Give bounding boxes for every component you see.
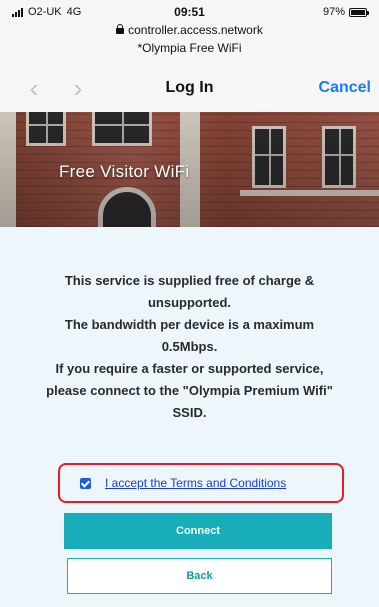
back-arrow-icon[interactable]: ‹ [24, 75, 44, 101]
connect-button[interactable]: Connect [64, 513, 332, 549]
notice-line: This service is supplied free of charge … [64, 273, 315, 288]
battery-percent: 97% [322, 6, 345, 18]
url-bar: controller.access.network [0, 23, 379, 37]
navigation-bar: ‹ › Log In Cancel [0, 68, 379, 108]
banner-shade [0, 112, 379, 227]
browser-chrome: O2-UK 4G 09:51 97% controller.access.net… [0, 0, 379, 113]
status-right: 97% [322, 6, 369, 18]
forward-arrow-icon[interactable]: › [68, 75, 88, 101]
notice-line: unsupported. [147, 295, 232, 310]
main-content: This service is supplied free of charge … [0, 227, 379, 607]
back-button[interactable]: Back [67, 558, 332, 594]
url-text: controller.access.network [128, 23, 263, 37]
hero-banner: Free Visitor WiFi [0, 112, 379, 227]
page-label: *Olympia Free WiFi [137, 41, 242, 55]
notice-line: The bandwidth per device is a maximum [64, 317, 315, 332]
battery-fill [351, 9, 365, 15]
notice-line: If you require a faster or supported ser… [55, 361, 324, 376]
notice-line: please connect to the "Olympia Premium W… [46, 383, 333, 398]
terms-highlight-box: I accept the Terms and Conditions [58, 463, 344, 503]
battery-icon [349, 7, 369, 17]
status-bar: O2-UK 4G 09:51 97% [0, 0, 379, 24]
terms-checkbox[interactable] [80, 478, 91, 489]
cancel-button[interactable]: Cancel [319, 79, 371, 97]
service-notice: This service is supplied free of charge … [8, 270, 371, 424]
lock-icon [116, 24, 125, 34]
banner-title: Free Visitor WiFi [59, 162, 190, 181]
notice-line: SSID. [172, 405, 207, 420]
notice-line: 0.5Mbps. [161, 339, 218, 354]
terms-link[interactable]: I accept the Terms and Conditions [105, 476, 286, 490]
